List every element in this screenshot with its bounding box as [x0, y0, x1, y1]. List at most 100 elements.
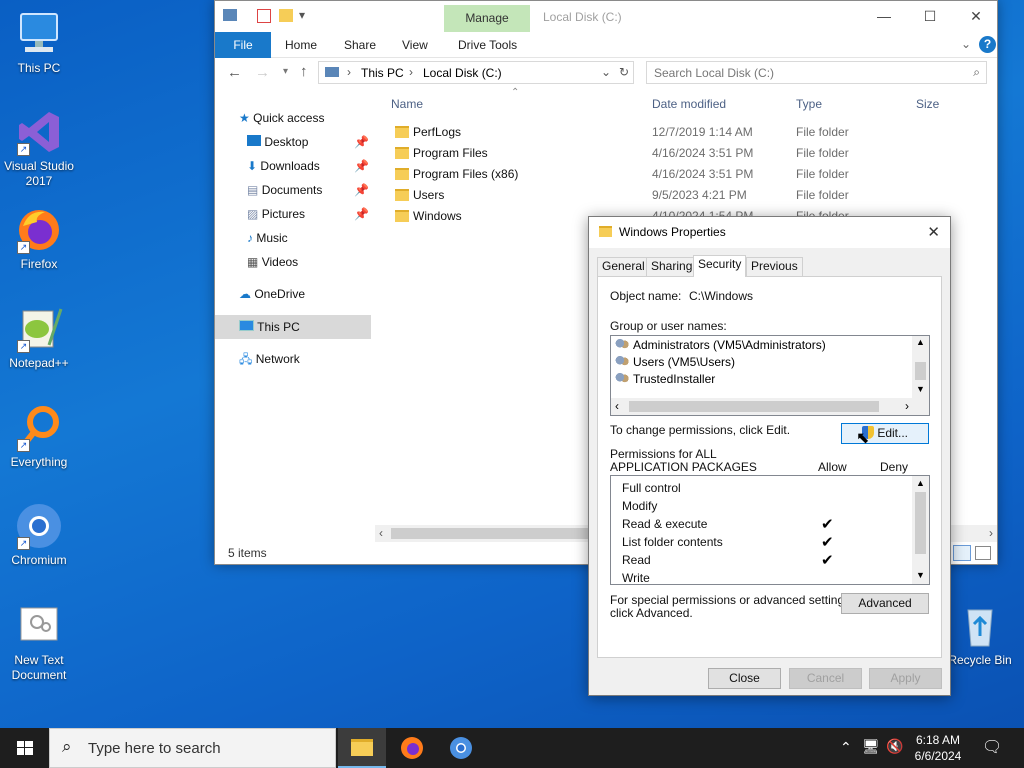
network-tray-icon[interactable]: 🖥	[862, 738, 880, 755]
address-bar[interactable]: › This PC › Local Disk (C:) ⌄ ↻	[318, 61, 634, 84]
pin-icon[interactable]: 📌	[354, 179, 369, 201]
list-item[interactable]: Administrators (VM5\Administrators)	[615, 337, 826, 354]
up-arrow-icon[interactable]: ↑	[300, 63, 308, 80]
list-item[interactable]: Users (VM5\Users)	[615, 354, 735, 371]
show-hidden-icons-chevron-icon[interactable]: ⌃	[840, 739, 852, 756]
taskbar-file-explorer[interactable]	[338, 728, 386, 768]
nav-music[interactable]: ♪ Music	[247, 227, 288, 249]
desktop-icon-chromium[interactable]: ↗ Chromium	[1, 502, 77, 568]
properties-icon[interactable]	[257, 9, 271, 23]
pin-icon[interactable]: 📌	[354, 203, 369, 225]
desktop-icon-this-pc[interactable]: This PC	[1, 10, 77, 76]
user-list[interactable]: Administrators (VM5\Administrators) User…	[610, 335, 930, 416]
maximize-button[interactable]: ☐	[907, 1, 953, 32]
column-header-date-modified[interactable]: Date modified	[652, 97, 726, 111]
column-header-type[interactable]: Type	[796, 97, 822, 111]
ribbon-tab-drive-tools[interactable]: Drive Tools	[458, 38, 517, 52]
scrollbar-thumb[interactable]	[629, 401, 879, 412]
explorer-titlebar[interactable]: ▾ Manage Local Disk (C:) — ☐ ✕	[215, 1, 997, 32]
nav-desktop[interactable]: Desktop 📌	[247, 131, 369, 153]
ribbon-tab-view[interactable]: View	[402, 38, 428, 52]
nav-videos[interactable]: ▦ Videos	[247, 251, 298, 273]
forward-arrow-icon[interactable]: →	[255, 64, 270, 81]
desktop-icon-notepad-plus-plus[interactable]: ↗ Notepad++	[1, 305, 77, 371]
column-header-name[interactable]: Name	[391, 97, 423, 111]
windows-properties-dialog[interactable]: Windows Properties ✕ General Sharing Sec…	[588, 216, 951, 696]
tab-sharing[interactable]: Sharing	[646, 257, 698, 276]
details-view-icon[interactable]	[953, 545, 971, 561]
breadcrumb-this-pc[interactable]: This PC	[361, 66, 404, 80]
column-header-size[interactable]: Size	[916, 97, 939, 111]
scroll-down-icon[interactable]: ▼	[916, 384, 925, 394]
desktop-icon-visual-studio[interactable]: ↗ Visual Studio 2017	[1, 108, 77, 189]
cancel-button[interactable]: Cancel	[789, 668, 862, 689]
scrollbar-thumb[interactable]	[915, 492, 926, 554]
manage-tab[interactable]: Manage	[444, 5, 530, 32]
user-list-vertical-scrollbar[interactable]: ▲ ▼	[912, 336, 929, 398]
volume-muted-icon[interactable]: 🔇	[886, 738, 903, 755]
nav-downloads[interactable]: ⬇ Downloads 📌	[247, 155, 369, 177]
nav-pictures[interactable]: ▨ Pictures 📌	[247, 203, 369, 225]
nav-this-pc[interactable]: This PC	[239, 316, 300, 338]
ribbon-tab-share[interactable]: Share	[344, 38, 376, 52]
edit-button[interactable]: Edit...	[841, 423, 929, 444]
help-icon[interactable]: ?	[979, 36, 996, 53]
search-input[interactable]: Search Local Disk (C:) ⌕	[646, 61, 987, 84]
scroll-right-icon[interactable]: ›	[989, 526, 993, 540]
desktop-icon-recycle-bin[interactable]: Recycle Bin	[940, 602, 1020, 668]
user-list-horizontal-scrollbar[interactable]: ‹ ›	[611, 398, 929, 415]
back-arrow-icon[interactable]: ←	[227, 64, 242, 81]
scroll-up-icon[interactable]: ▲	[916, 337, 925, 347]
file-row[interactable]: Program Files 4/16/2024 3:51 PM File fol…	[391, 143, 991, 164]
pin-icon[interactable]: 📌	[354, 131, 369, 153]
scroll-left-icon[interactable]: ‹	[615, 399, 619, 413]
file-row[interactable]: Users 9/5/2023 4:21 PM File folder	[391, 185, 991, 206]
taskbar-firefox[interactable]	[388, 728, 436, 768]
tab-previous-versions[interactable]: Previous Versions	[746, 257, 803, 290]
scroll-left-icon[interactable]: ‹	[379, 526, 383, 540]
clock[interactable]: 6:18 AM 6/6/2024	[912, 732, 964, 764]
notification-center-icon[interactable]: 🗨	[982, 737, 1002, 757]
apply-button[interactable]: Apply	[869, 668, 942, 689]
close-button[interactable]: Close	[708, 668, 781, 689]
scroll-up-icon[interactable]: ▲	[916, 478, 925, 488]
scroll-down-icon[interactable]: ▼	[916, 570, 925, 580]
start-button[interactable]	[0, 728, 49, 768]
file-row[interactable]: Program Files (x86) 4/16/2024 3:51 PM Fi…	[391, 164, 991, 185]
address-dropdown-icon[interactable]: ⌄	[601, 65, 611, 79]
ribbon-tab-file[interactable]: File	[215, 32, 271, 58]
nav-quick-access[interactable]: ★ Quick access	[239, 107, 324, 129]
breadcrumb-local-disk[interactable]: Local Disk (C:)	[423, 66, 502, 80]
nav-onedrive[interactable]: ☁ OneDrive	[239, 283, 305, 305]
list-item[interactable]: TrustedInstaller	[615, 371, 715, 388]
ribbon-expand-icon[interactable]: ⌄	[961, 37, 971, 51]
ribbon-tab-home[interactable]: Home	[285, 38, 317, 52]
new-folder-icon[interactable]	[279, 9, 293, 22]
recent-locations-icon[interactable]: ▾	[283, 66, 288, 77]
quick-access-toolbar-dropdown-icon[interactable]: ▾	[299, 8, 305, 22]
close-icon[interactable]: ✕	[927, 223, 940, 241]
scrollbar-thumb[interactable]	[391, 528, 591, 539]
desktop-icon-firefox[interactable]: ↗ Firefox	[1, 206, 77, 272]
tab-security[interactable]: Security	[693, 255, 747, 277]
close-window-button[interactable]: ✕	[953, 1, 999, 32]
permissions-vertical-scrollbar[interactable]: ▲ ▼	[912, 476, 929, 584]
large-icons-view-icon[interactable]	[975, 546, 991, 560]
taskbar-search-input[interactable]: ⌕ Type here to search	[49, 728, 336, 768]
desktop-icon-new-text-document[interactable]: New Text Document	[1, 602, 77, 683]
scroll-right-icon[interactable]: ›	[905, 399, 909, 413]
refresh-icon[interactable]: ↻	[619, 65, 629, 79]
nav-documents[interactable]: ▤ Documents 📌	[247, 179, 369, 201]
minimize-button[interactable]: —	[861, 1, 907, 32]
scrollbar-thumb[interactable]	[915, 362, 926, 380]
dialog-titlebar[interactable]: Windows Properties ✕	[589, 217, 950, 248]
file-row[interactable]: PerfLogs 12/7/2019 1:14 AM File folder	[391, 122, 991, 143]
nav-label: Downloads	[260, 159, 320, 173]
advanced-button[interactable]: Advanced	[841, 593, 929, 614]
pin-icon[interactable]: 📌	[354, 155, 369, 177]
desktop-icon-everything[interactable]: ↗ Everything	[1, 404, 77, 470]
taskbar-chromium[interactable]	[437, 728, 485, 768]
tab-general[interactable]: General	[597, 257, 650, 276]
nav-network[interactable]: 🖧 Network	[239, 348, 300, 370]
permissions-list[interactable]: Full control Modify Read & execute ✔ Lis…	[610, 475, 930, 585]
